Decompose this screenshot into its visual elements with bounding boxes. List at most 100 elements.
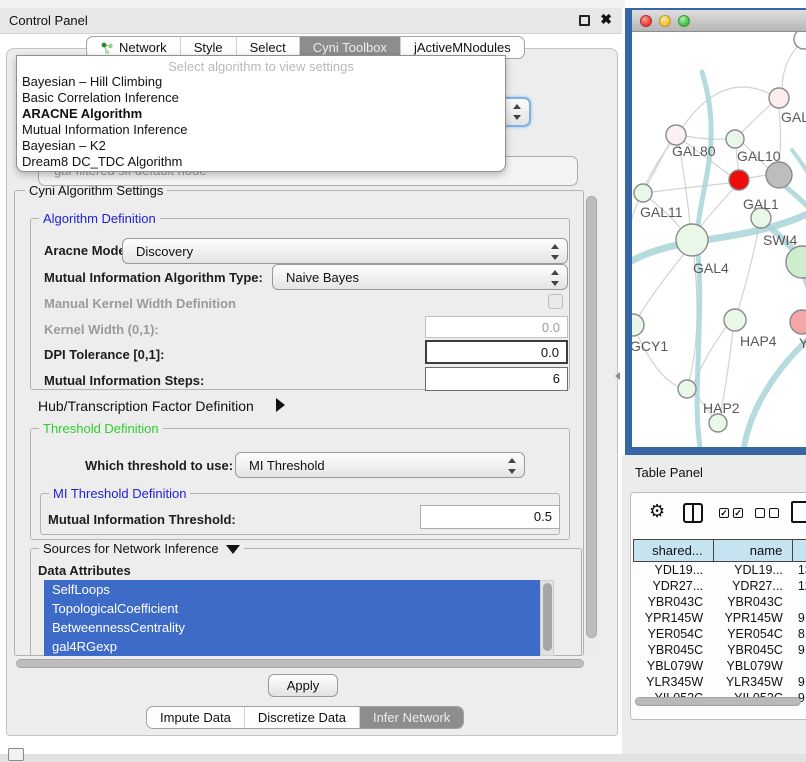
cyni-toolbox-tabs: Impute DataDiscretize DataInfer Network xyxy=(146,706,464,729)
stepper-icon xyxy=(551,269,560,287)
app-root: Control Panel ✖ NetworkStyleSelectCyni T… xyxy=(0,0,806,762)
file-icon[interactable] xyxy=(791,501,806,523)
node-gal11[interactable] xyxy=(634,184,652,202)
table-horizontal-scrollbar[interactable] xyxy=(635,697,801,706)
settings-horizontal-scrollbar[interactable] xyxy=(16,659,584,668)
node-hap2[interactable] xyxy=(678,380,696,398)
node-label-hap2: HAP2 xyxy=(703,400,740,416)
table-row[interactable]: YBR045CYBR045C9. xyxy=(634,642,806,658)
network-icon xyxy=(100,41,114,55)
mi-type-combo[interactable]: Naive Bayes xyxy=(272,264,568,290)
data-attributes-list[interactable]: SelfLoopsTopologicalCoefficientBetweenne… xyxy=(44,580,540,656)
algorithm-option[interactable]: Mutual Information Inference xyxy=(17,122,505,138)
algorithm-option[interactable]: ARACNE Algorithm xyxy=(17,106,505,122)
attribute-list-item[interactable]: gal4RGexp xyxy=(44,637,540,656)
tab-impute-data[interactable]: Impute Data xyxy=(147,707,244,728)
float-panel-icon[interactable] xyxy=(579,15,590,26)
columns-icon[interactable] xyxy=(683,503,703,523)
settings-vertical-scrollbar[interactable] xyxy=(585,192,598,656)
algorithm-option[interactable]: Bayesian – K2 xyxy=(17,138,505,154)
algorithm-dropdown-popup: Select algorithm to view settings Bayesi… xyxy=(16,55,506,172)
apply-button[interactable]: Apply xyxy=(268,674,338,697)
tab-discretize-data[interactable]: Discretize Data xyxy=(244,707,359,728)
select-all-icon[interactable]: ✓ xyxy=(719,508,729,518)
node-top[interactable] xyxy=(794,32,806,49)
node-label-swi4: SWI4 xyxy=(763,232,797,248)
mi-steps-field[interactable]: 6 xyxy=(425,367,568,391)
table-row[interactable]: YPR145WYPR145W9. xyxy=(634,610,806,626)
which-threshold-combo[interactable]: MI Threshold xyxy=(235,452,525,478)
node-hap4[interactable] xyxy=(724,309,746,331)
attribute-list-item[interactable]: TopologicalCoefficient xyxy=(44,599,540,618)
network-canvas[interactable]: GALGAL80GAL10GAL1GAL11SWI4GAL4GCY1HAP4YH… xyxy=(632,32,806,447)
node-gal4[interactable] xyxy=(676,224,708,256)
node-big-green[interactable] xyxy=(786,246,806,278)
node-label-gal1: GAL1 xyxy=(743,196,779,212)
tab-infer-network[interactable]: Infer Network xyxy=(359,707,463,728)
mi-threshold-label: Mutual Information Threshold: xyxy=(48,512,236,527)
hub-factor-label[interactable]: Hub/Transcription Factor Definition xyxy=(38,398,254,414)
algorithm-definition-legend: Algorithm Definition xyxy=(39,211,160,226)
stepper-icon xyxy=(551,243,560,261)
node-label-gcy1: GCY1 xyxy=(632,338,668,354)
node-salmon[interactable] xyxy=(790,310,806,334)
minimize-window-icon[interactable] xyxy=(659,15,671,27)
close-panel-icon[interactable]: ✖ xyxy=(600,11,612,28)
deselect-all-icon[interactable] xyxy=(755,508,765,518)
node-table[interactable]: shared...name YDL19...YDL19...13YDR27...… xyxy=(633,539,806,706)
deselect-all-icon[interactable] xyxy=(769,508,779,518)
manual-kernel-checkbox[interactable] xyxy=(548,294,563,309)
algorithm-dropdown-placeholder: Select algorithm to view settings xyxy=(17,56,505,74)
control-panel-title: Control Panel xyxy=(9,13,88,28)
panel-splitter-icon[interactable] xyxy=(615,372,620,380)
table-column-header[interactable]: shared... xyxy=(634,540,714,562)
attributes-scrollbar[interactable] xyxy=(540,580,554,656)
dpi-tolerance-label: DPI Tolerance [0,1]: xyxy=(44,347,164,362)
attribute-list-item[interactable]: SelfLoops xyxy=(44,580,540,599)
table-column-header[interactable]: name xyxy=(713,540,793,562)
collapsed-panel-icon[interactable] xyxy=(8,748,24,761)
node-gcy1[interactable] xyxy=(632,314,644,336)
aracne-mode-combo[interactable]: Discovery xyxy=(122,238,568,264)
table-row[interactable]: YBR043CYBR043C xyxy=(634,594,806,610)
algorithm-dropdown-items: Bayesian – Hill ClimbingBasic Correlatio… xyxy=(17,74,505,170)
mi-threshold-field[interactable]: 0.5 xyxy=(420,505,560,529)
table-row[interactable]: YER054CYER054C8. xyxy=(634,626,806,642)
node-pink-top[interactable] xyxy=(769,88,789,108)
table-panel-box: ⚙ ✓ ✓ shared...name YDL19...YDL19...13YD… xyxy=(630,492,806,720)
node-bottom[interactable] xyxy=(709,414,727,432)
expand-arrow-icon[interactable] xyxy=(276,398,285,412)
table-row[interactable]: YDR27...YDR27...12 xyxy=(634,578,806,594)
stepper-icon xyxy=(508,457,517,475)
sources-legend[interactable]: Sources for Network Inference xyxy=(39,541,244,556)
manual-kernel-label: Manual Kernel Width Definition xyxy=(44,296,236,311)
node-gal80[interactable] xyxy=(666,125,686,145)
node-label-gal4: GAL4 xyxy=(693,260,729,276)
bottom-strip xyxy=(0,754,806,762)
node-gal10[interactable] xyxy=(726,130,744,148)
collapse-arrow-icon[interactable] xyxy=(226,545,240,554)
network-window-titlebar[interactable] xyxy=(632,10,806,32)
node-red[interactable] xyxy=(729,170,749,190)
dpi-tolerance-field[interactable]: 0.0 xyxy=(425,340,568,364)
algorithm-option[interactable]: Dream8 DC_TDC Algorithm xyxy=(17,154,505,170)
control-panel-titlebar: Control Panel ✖ xyxy=(0,8,622,34)
node-gray[interactable] xyxy=(766,162,792,188)
algorithm-option[interactable]: Bayesian – Hill Climbing xyxy=(17,74,505,90)
node-label-y: Y xyxy=(799,335,806,351)
select-all-icon[interactable]: ✓ xyxy=(733,508,743,518)
table-row[interactable]: YLR345WYLR345W9. xyxy=(634,674,806,690)
zoom-window-icon[interactable] xyxy=(678,15,690,27)
close-window-icon[interactable] xyxy=(640,15,652,27)
aracne-mode-label: Aracne Mode: xyxy=(44,243,130,258)
kernel-width-label: Kernel Width (0,1): xyxy=(44,322,159,337)
attribute-list-item[interactable]: BetweennessCentrality xyxy=(44,618,540,637)
table-row[interactable]: YDL19...YDL19...13 xyxy=(634,562,806,578)
table-row[interactable]: YBL079WYBL079W xyxy=(634,658,806,674)
table-column-header[interactable] xyxy=(793,540,806,562)
kernel-width-field[interactable]: 0.0 xyxy=(425,316,568,338)
node-label-gal10: GAL10 xyxy=(737,148,781,164)
algorithm-option[interactable]: Basic Correlation Inference xyxy=(17,90,505,106)
table-toolbar: ⚙ ✓ ✓ xyxy=(631,493,806,537)
gear-icon[interactable]: ⚙ xyxy=(649,501,665,522)
